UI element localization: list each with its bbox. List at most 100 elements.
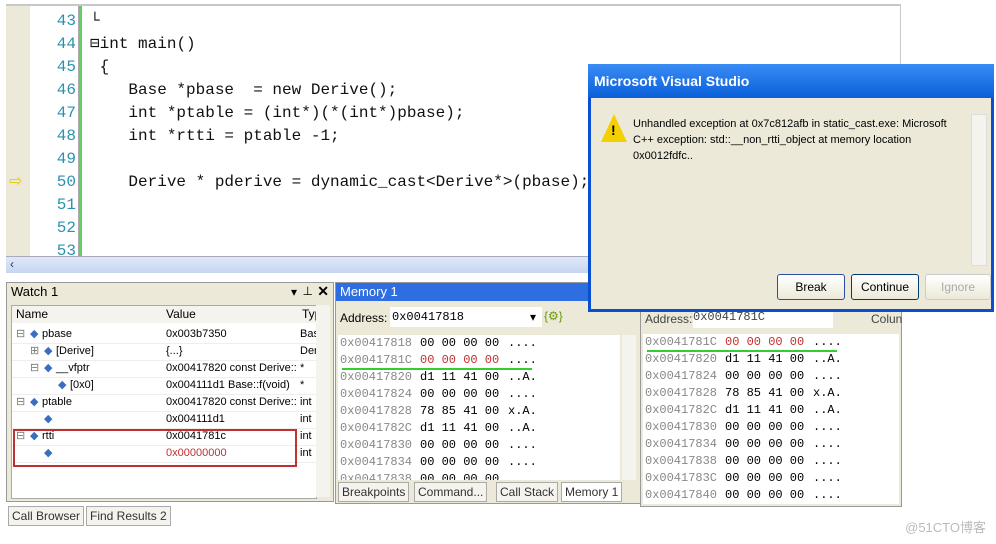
watch-type: Der [300, 345, 316, 357]
memory2-grid: 0x0041781C 00 00 00 00.... 0x00417820 d1 11… [643, 334, 899, 504]
memory-row[interactable]: 0x00417828 78 85 41 00 x.A. [645, 385, 899, 402]
memory-ascii: .... [813, 420, 842, 434]
ignore-button[interactable]: Ignore [925, 274, 991, 300]
memory-ascii: .... [813, 437, 842, 451]
code-line[interactable]: int *rtti = ptable -1; [90, 125, 339, 148]
memory-address: 0x00417840 [645, 488, 718, 502]
expand-icon[interactable]: ⊟ [16, 326, 25, 343]
scroll-left-icon[interactable]: ‹ [6, 257, 14, 271]
expand-icon[interactable]: ⊟ [16, 394, 25, 411]
tab-find-results-2[interactable]: Find Results 2 [86, 506, 171, 526]
column-header[interactable]: Name [12, 306, 167, 323]
memory-row[interactable]: 0x00417824 00 00 00 00.... [340, 386, 600, 403]
code-line[interactable]: └ [90, 10, 100, 33]
watch-name: __vfptr [56, 362, 90, 374]
watch-row[interactable]: ⊟ ◆pbase 0x003b7350 Bas [12, 326, 316, 344]
memory-bytes: 00 00 00 00 [420, 472, 500, 480]
tab-memory1[interactable]: Memory 1 [561, 482, 623, 502]
watch-type: Bas [300, 328, 316, 340]
memory-bytes: 00 00 00 00 [725, 471, 805, 485]
memory-address: 0x00417830 [340, 438, 413, 452]
tab-command[interactable]: Command... [414, 482, 488, 502]
warning-exclamation: ! [611, 122, 616, 138]
memory-bytes: 78 85 41 00 [420, 404, 500, 418]
memory-address: 0x00417838 [645, 454, 718, 468]
watch-row[interactable]: ⊟ ◆ __vfptr 0x00417820 const Derive::`v * [12, 360, 316, 378]
memory-row[interactable]: 0x0041782C d1 11 41 00 ..A. [340, 420, 600, 437]
memory-row[interactable]: 0x0041783C 00 00 00 00.... [645, 470, 899, 487]
watch-row[interactable]: ⊟ ◆ ptable 0x00417820 const Derive::`v int [12, 394, 316, 412]
address-label: Address: [340, 311, 388, 325]
line-number: 51 [56, 196, 76, 214]
watch-row[interactable]: ⊞ ◆ [Derive] {...} Der [12, 343, 316, 361]
memory-row[interactable]: 0x00417820 d1 11 41 00 ..A. [645, 351, 899, 368]
address-input[interactable]: 0x0041781C [693, 310, 833, 328]
break-button[interactable]: Break [777, 274, 845, 300]
memory-ascii: .... [813, 369, 842, 383]
memory-row[interactable]: 0x00417840 00 00 00 00.... [645, 487, 899, 504]
dialog-title: Microsoft Visual Studio [588, 64, 994, 98]
reevaluate-icon[interactable]: {⚙} [544, 309, 563, 323]
memory-row[interactable]: 0x00417828 78 85 41 00 x.A. [340, 403, 600, 420]
memory-row[interactable]: 0x00417834 00 00 00 00.... [645, 436, 899, 453]
memory1-vscroll[interactable] [622, 335, 636, 480]
memory-bytes: d1 11 41 00 [725, 403, 805, 417]
memory-row[interactable]: 0x00417824 00 00 00 00.... [645, 368, 899, 385]
memory-address: 0x00417828 [340, 404, 413, 418]
continue-button[interactable]: Continue [851, 274, 919, 300]
memory-address: 0x00417820 [645, 352, 718, 366]
memory-address: 0x0041781C [340, 353, 413, 367]
close-icon[interactable]: ✕ [317, 283, 329, 300]
code-line[interactable]: Base *pbase = new Derive(); [90, 79, 397, 102]
memory-row[interactable]: 0x00417830 00 00 00 00.... [340, 437, 600, 454]
tab-call-browser[interactable]: Call Browser [8, 506, 85, 526]
code-line[interactable]: { [90, 56, 110, 79]
expand-icon[interactable]: ⊟ [30, 360, 39, 377]
memory-address: 0x00417824 [645, 369, 718, 383]
watch-row[interactable]: ◆ [0x0] 0x004111d1 Base::f(void) * [12, 377, 316, 395]
memory1-grid: 0x00417818 00 00 00 00.... 0x0041781C 00 00… [338, 335, 620, 480]
tab-call-stack[interactable]: Call Stack [496, 482, 559, 502]
memory-row[interactable]: 0x00417838 00 00 00 00.... [340, 471, 600, 480]
code-line[interactable]: int *ptable = (int*)(*(int*)pbase); [90, 102, 464, 125]
memory-row[interactable]: 0x00417830 00 00 00 00.... [645, 419, 899, 436]
memory-row[interactable]: 0x00417820 d1 11 41 00 ..A. [340, 369, 600, 386]
watch-grid: NameValueTyp⊟◆pbase0x003b7350Bas⊞◆[Deriv… [11, 305, 323, 499]
address-label: Address: [645, 312, 693, 326]
pin-icon[interactable]: ⊥ [303, 284, 313, 298]
column-header[interactable]: Value [162, 306, 303, 323]
memory-bytes: 00 00 00 00 [420, 336, 500, 350]
message-scrollbar[interactable] [971, 114, 987, 266]
dropdown-icon[interactable]: ▾ [530, 310, 536, 324]
memory-bytes: d1 11 41 00 [420, 421, 500, 435]
memory-row[interactable]: 0x00417838 00 00 00 00.... [645, 453, 899, 470]
dropdown-icon[interactable]: ▾ [291, 285, 297, 299]
memory-bytes: 00 00 00 00 [420, 438, 500, 452]
exception-dialog: Microsoft Visual Studio ! Unhandled exce… [588, 64, 994, 312]
line-number: 49 [56, 150, 76, 168]
memory-row[interactable]: 0x0041782C d1 11 41 00 ..A. [645, 402, 899, 419]
expand-icon[interactable]: ⊞ [30, 343, 39, 360]
watch-row[interactable]: ◆ 0x004111d1 int [12, 411, 316, 429]
code-line[interactable]: Derive * pderive = dynamic_cast<Derive*>… [90, 171, 589, 194]
editor-gutter [6, 6, 30, 256]
variable-icon: ◆ [44, 362, 53, 374]
memory-address: 0x00417818 [340, 336, 413, 350]
address-input[interactable]: 0x00417818 [390, 307, 542, 327]
line-number: 52 [56, 219, 76, 237]
watch-vscroll[interactable] [316, 305, 330, 497]
memory-ascii: ..A. [508, 370, 537, 384]
watch-name: [0x0] [70, 379, 94, 391]
memory-address: 0x0041782C [645, 403, 718, 417]
memory-row[interactable]: 0x00417834 00 00 00 00.... [340, 454, 600, 471]
memory-row[interactable]: 0x00417818 00 00 00 00.... [340, 335, 600, 352]
memory-row[interactable]: 0x0041781C 00 00 00 00.... [645, 334, 899, 351]
line-number: 46 [56, 81, 76, 99]
current-line-arrow-icon: ⇨ [9, 173, 23, 190]
memory-ascii: ..A. [508, 421, 537, 435]
memory-bytes: d1 11 41 00 [420, 370, 500, 384]
code-line[interactable]: ⊟int main() [90, 33, 196, 56]
memory-address: 0x0041782C [340, 421, 413, 435]
tab-breakpoints[interactable]: Breakpoints [338, 482, 410, 502]
memory-row[interactable]: 0x0041781C 00 00 00 00.... [340, 352, 600, 369]
